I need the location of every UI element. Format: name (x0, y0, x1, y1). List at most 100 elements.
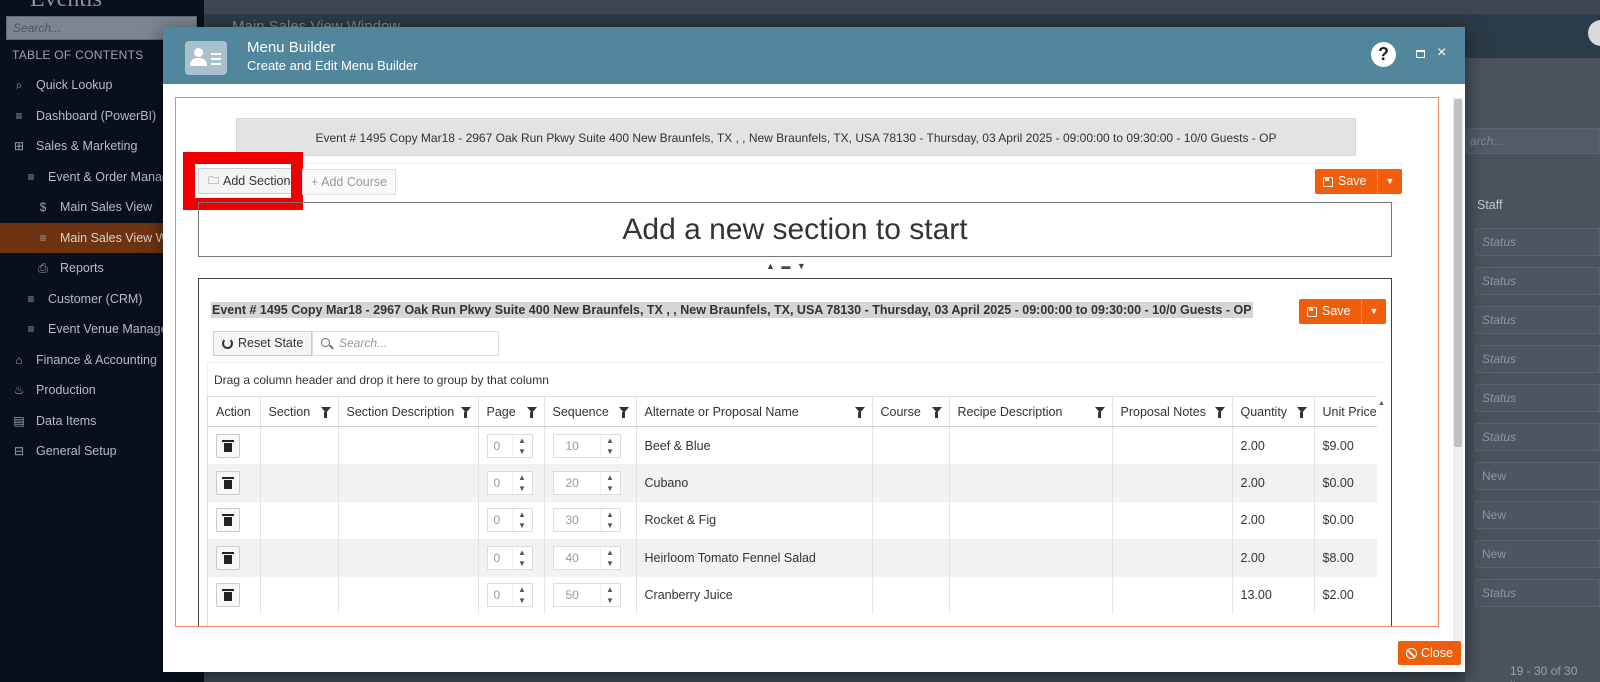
status-cell[interactable]: Status (1475, 579, 1600, 607)
stepper-arrows-icon[interactable]: ▲ ▼ (511, 584, 532, 607)
section-cell[interactable] (260, 501, 339, 539)
column-header[interactable]: Course (872, 396, 950, 427)
quantity-cell[interactable]: 2.00 (1232, 426, 1315, 464)
table-row[interactable]: 0 ▲ ▼ 40 ▲ ▼ Heirloom Tomato Fennel Salad 2.00 $… (208, 539, 1377, 577)
section-cell[interactable] (260, 539, 339, 577)
help-icon[interactable]: ? (1371, 42, 1396, 67)
status-cell[interactable]: Status (1475, 267, 1600, 295)
grid-scrollbar[interactable]: ▲ (1377, 396, 1387, 626)
column-header[interactable]: Recipe Description (949, 396, 1113, 427)
status-cell[interactable]: New (1475, 540, 1600, 568)
column-header[interactable]: Alternate or Proposal Name (636, 396, 873, 427)
column-header[interactable]: Sequence (544, 396, 637, 427)
recipe-description-cell[interactable] (949, 539, 1113, 577)
section-cell[interactable] (260, 576, 339, 614)
course-cell[interactable] (872, 501, 950, 539)
filter-icon[interactable] (1094, 407, 1105, 418)
splitter-handle[interactable]: ▲ ▬ ▼ (766, 261, 808, 271)
scrollbar-thumb[interactable] (1454, 99, 1462, 447)
filter-icon[interactable] (460, 407, 471, 418)
quantity-cell[interactable]: 13.00 (1232, 576, 1315, 614)
filter-icon[interactable] (1214, 407, 1225, 418)
stepper-arrows-icon[interactable]: ▲ ▼ (599, 471, 620, 494)
filter-icon[interactable] (931, 407, 942, 418)
save-dropdown-caret-icon[interactable]: ▼ (1378, 169, 1403, 194)
grid-search-input[interactable]: Search... (312, 331, 499, 356)
section-description-cell[interactable] (338, 576, 479, 614)
status-cell[interactable]: New (1475, 462, 1600, 490)
delete-button[interactable] (216, 508, 240, 533)
proposal-notes-cell[interactable] (1112, 539, 1233, 577)
column-header[interactable]: Page (478, 396, 545, 427)
course-cell[interactable] (872, 576, 950, 614)
quantity-cell[interactable]: 2.00 (1232, 464, 1315, 502)
table-row[interactable]: 0 ▲ ▼ 50 ▲ ▼ Cranberry Juice 13.00 $2.00 (208, 576, 1377, 614)
filter-icon[interactable] (1296, 407, 1307, 418)
sequence-stepper[interactable]: 10 ▲ ▼ (552, 433, 621, 458)
section-description-cell[interactable] (338, 464, 479, 502)
maximize-icon[interactable] (1416, 50, 1425, 58)
unit-price-cell[interactable]: $0.00 (1314, 464, 1377, 502)
proposal-name-cell[interactable]: Rocket & Fig (636, 501, 873, 539)
sequence-stepper[interactable]: 40 ▲ ▼ (552, 545, 621, 570)
recipe-description-cell[interactable] (949, 426, 1113, 464)
page-stepper[interactable]: 0 ▲ ▼ (486, 583, 533, 608)
proposal-name-cell[interactable]: Beef & Blue (636, 426, 873, 464)
group-drop-area[interactable]: Drag a column header and drop it here to… (207, 362, 1385, 396)
unit-price-cell[interactable]: $2.00 (1314, 576, 1377, 614)
stepper-arrows-icon[interactable]: ▲ ▼ (599, 509, 620, 532)
proposal-notes-cell[interactable] (1112, 464, 1233, 502)
delete-button[interactable] (216, 545, 240, 570)
background-search-input[interactable]: arch... (1465, 128, 1600, 154)
status-cell[interactable]: Status (1475, 384, 1600, 412)
column-header[interactable]: Proposal Notes (1112, 396, 1233, 427)
filter-icon[interactable] (854, 407, 865, 418)
quantity-cell[interactable]: 2.00 (1232, 539, 1315, 577)
filter-icon[interactable] (320, 407, 331, 418)
close-button[interactable]: Close (1398, 641, 1461, 665)
recipe-description-cell[interactable] (949, 576, 1113, 614)
filter-icon[interactable] (618, 407, 629, 418)
unit-price-cell[interactable]: $0.00 (1314, 501, 1377, 539)
status-cell[interactable]: New (1475, 501, 1600, 529)
stepper-arrows-icon[interactable]: ▲ ▼ (599, 546, 620, 569)
status-cell[interactable]: Status (1475, 306, 1600, 334)
sequence-stepper[interactable]: 20 ▲ ▼ (552, 470, 621, 495)
page-stepper[interactable]: 0 ▲ ▼ (486, 470, 533, 495)
course-cell[interactable] (872, 426, 950, 464)
proposal-notes-cell[interactable] (1112, 576, 1233, 614)
column-header[interactable]: Section (260, 396, 339, 427)
filter-icon[interactable] (526, 407, 537, 418)
quantity-cell[interactable]: 2.00 (1232, 501, 1315, 539)
delete-button[interactable] (216, 470, 240, 495)
grid-save-button[interactable]: Save ▼ (1299, 299, 1387, 324)
status-cell[interactable]: Status (1475, 228, 1600, 256)
proposal-name-cell[interactable]: Heirloom Tomato Fennel Salad (636, 539, 873, 577)
add-course-button[interactable]: + Add Course (302, 169, 397, 195)
stepper-arrows-icon[interactable]: ▲ ▼ (511, 509, 532, 532)
table-row[interactable]: 0 ▲ ▼ 10 ▲ ▼ Beef & Blue 2.00 $9.00 (208, 426, 1377, 464)
save-dropdown-caret-icon[interactable]: ▼ (1362, 299, 1387, 324)
column-header[interactable]: Unit Price (1314, 396, 1377, 427)
table-row[interactable]: 0 ▲ ▼ 20 ▲ ▼ Cubano 2.00 $0.00 (208, 464, 1377, 502)
proposal-name-cell[interactable]: Cubano (636, 464, 873, 502)
delete-button[interactable] (216, 583, 240, 608)
close-icon[interactable]: × (1437, 44, 1446, 62)
course-cell[interactable] (872, 539, 950, 577)
sequence-stepper[interactable]: 30 ▲ ▼ (552, 508, 621, 533)
stepper-arrows-icon[interactable]: ▲ ▼ (599, 584, 620, 607)
stepper-arrows-icon[interactable]: ▲ ▼ (599, 434, 620, 457)
proposal-notes-cell[interactable] (1112, 501, 1233, 539)
column-header[interactable]: Action (208, 396, 261, 427)
stepper-arrows-icon[interactable]: ▲ ▼ (511, 546, 532, 569)
page-stepper[interactable]: 0 ▲ ▼ (486, 508, 533, 533)
sequence-stepper[interactable]: 50 ▲ ▼ (552, 583, 621, 608)
page-stepper[interactable]: 0 ▲ ▼ (486, 545, 533, 570)
table-row[interactable]: 0 ▲ ▼ 30 ▲ ▼ Rocket & Fig 2.00 $0.00 (208, 501, 1377, 539)
recipe-description-cell[interactable] (949, 501, 1113, 539)
section-description-cell[interactable] (338, 501, 479, 539)
unit-price-cell[interactable]: $9.00 (1314, 426, 1377, 464)
proposal-name-cell[interactable]: Cranberry Juice (636, 576, 873, 614)
proposal-notes-cell[interactable] (1112, 426, 1233, 464)
unit-price-cell[interactable]: $8.00 (1314, 539, 1377, 577)
